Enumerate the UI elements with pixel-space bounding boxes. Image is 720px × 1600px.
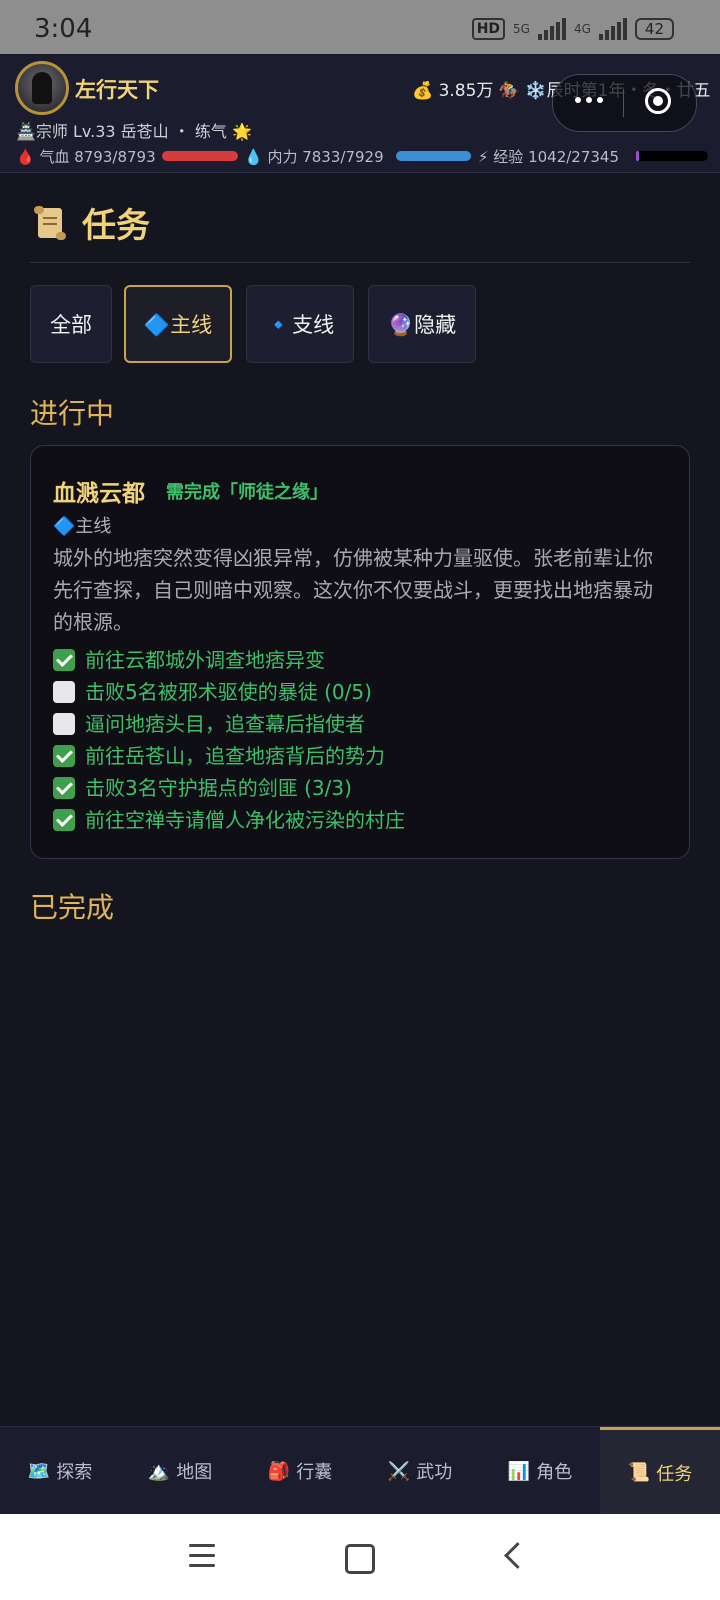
hp-meter <box>162 151 238 161</box>
xp-meter <box>636 151 708 161</box>
quest-description: 城外的地痞突然变得凶狠异常，仿佛被某种力量驱使。张老前辈让你先行查探，自己则暗中… <box>53 546 653 634</box>
page-title: 任务 <box>82 206 150 246</box>
network-5g-label: 5G <box>513 22 530 36</box>
checked-box-icon <box>53 809 75 831</box>
checked-box-icon <box>53 745 75 767</box>
system-nav-bar <box>0 1514 720 1600</box>
nav-label: 探索 <box>56 1462 93 1483</box>
objective-text: 前往空禅寺请僧人净化被污染的村庄 <box>85 808 405 832</box>
martial-icon: ⚔️ <box>387 1460 411 1482</box>
signal-icon <box>537 18 566 40</box>
objective-item: 击败3名守护据点的剑匪 (3/3) <box>53 774 352 802</box>
objective-item: 前往空禅寺请僧人净化被污染的村庄 <box>53 806 405 834</box>
home-icon[interactable] <box>345 1544 375 1574</box>
player-header: 左行天下 💰 3.85万 🏇 ❄️辰时第1年・冬・廿五 🏯宗师 Lv.33 岳苍… <box>0 54 720 173</box>
tab-all[interactable]: 全部 <box>30 285 112 363</box>
system-status-bar: 3:04 HD 5G 4G 42 <box>0 0 720 54</box>
objective-text: 击败3名守护据点的剑匪 (3/3) <box>85 776 352 800</box>
rank-line: 🏯宗师 Lv.33 岳苍山 ・ 练气 🌟 <box>16 122 252 141</box>
nav-explore[interactable]: 🗺️ 探索 <box>0 1427 120 1515</box>
hd-icon: HD <box>471 18 506 40</box>
quest-icon: 📜 <box>627 1462 651 1483</box>
section-completed: 已完成 <box>30 891 115 924</box>
mp-label: 💧 内力 7833/7929 <box>244 148 384 166</box>
quest-card[interactable]: 血溅云都 需完成「师徒之缘」 🔷主线 城外的地痞突然变得凶狠异常，仿佛被某种力量… <box>30 445 690 859</box>
objective-text: 击败5名被邪术驱使的暴徒 (0/5) <box>85 680 372 704</box>
xp-label: ⚡ 经验 1042/27345 <box>478 148 620 166</box>
nav-martial[interactable]: ⚔️ 武功 <box>360 1427 480 1515</box>
nav-label: 角色 <box>536 1462 573 1483</box>
objective-item: 逼问地痞头目，追查幕后指使者 <box>53 710 365 738</box>
objective-item: 前往云都城外调查地痞异变 <box>53 646 325 674</box>
unchecked-box-icon <box>53 681 75 703</box>
signal-icon-2 <box>598 18 627 40</box>
nav-character[interactable]: 📊 角色 <box>480 1427 600 1515</box>
nav-quest[interactable]: 📜 任务 <box>600 1427 720 1515</box>
character-icon: 📊 <box>507 1460 531 1482</box>
unchecked-box-icon <box>53 713 75 735</box>
tab-hidden[interactable]: 🔮隐藏 <box>368 285 476 363</box>
back-icon[interactable] <box>504 1542 531 1569</box>
nav-label: 地图 <box>176 1462 213 1483</box>
objective-item: 击败5名被邪术驱使的暴徒 (0/5) <box>53 678 372 706</box>
miniprogram-capsule <box>552 74 697 132</box>
avatar[interactable] <box>15 61 69 115</box>
hp-label: 🩸 气血 8793/8793 <box>16 148 156 166</box>
nav-label: 任务 <box>656 1463 693 1485</box>
section-in-progress: 进行中 <box>30 397 115 430</box>
explore-icon: 🗺️ <box>27 1460 51 1482</box>
network-4g-label: 4G <box>573 22 591 36</box>
menu-icon[interactable] <box>189 1544 215 1574</box>
checked-box-icon <box>53 649 75 671</box>
stats-bar-line: 🩸 气血 8793/8793 💧 内力 7833/7929 ⚡ 经验 1042/… <box>16 146 716 168</box>
tab-main[interactable]: 🔷主线 <box>124 285 232 363</box>
money-amount: 💰 3.85万 <box>412 81 494 101</box>
more-icon[interactable] <box>575 97 603 103</box>
objective-text: 逼问地痞头目，追查幕后指使者 <box>85 712 365 736</box>
nav-bag[interactable]: 🎒 行囊 <box>240 1427 360 1515</box>
objective-text: 前往岳苍山，追查地痞背后的势力 <box>85 744 385 768</box>
battery-icon: 42 <box>634 18 674 40</box>
quest-title: 血溅云都 <box>53 481 145 507</box>
nav-label: 武功 <box>416 1462 453 1483</box>
map-icon: 🏔️ <box>147 1460 171 1482</box>
bag-icon: 🎒 <box>267 1460 291 1482</box>
status-time: 3:04 <box>34 14 93 44</box>
bottom-nav: 🗺️ 探索 🏔️ 地图 🎒 行囊 ⚔️ 武功 📊 角色 📜 任务 <box>0 1426 720 1515</box>
player-name: 左行天下 <box>75 78 159 102</box>
quest-requirement: 需完成「师徒之缘」 <box>166 482 328 503</box>
objective-item: 前往岳苍山，追查地痞背后的势力 <box>53 742 385 770</box>
nav-label: 行囊 <box>296 1462 333 1483</box>
checked-box-icon <box>53 777 75 799</box>
nav-map[interactable]: 🏔️ 地图 <box>120 1427 240 1515</box>
title-divider <box>30 262 690 263</box>
tab-side[interactable]: 🔹支线 <box>246 285 354 363</box>
close-target-icon[interactable] <box>645 88 671 114</box>
quest-type: 🔷主线 <box>53 516 112 537</box>
mp-meter <box>396 151 472 161</box>
mount-icon: 🏇 <box>498 81 521 101</box>
scroll-icon <box>34 206 66 240</box>
status-icons: HD 5G 4G 42 <box>471 18 674 40</box>
objective-text: 前往云都城外调查地痞异变 <box>85 648 325 672</box>
